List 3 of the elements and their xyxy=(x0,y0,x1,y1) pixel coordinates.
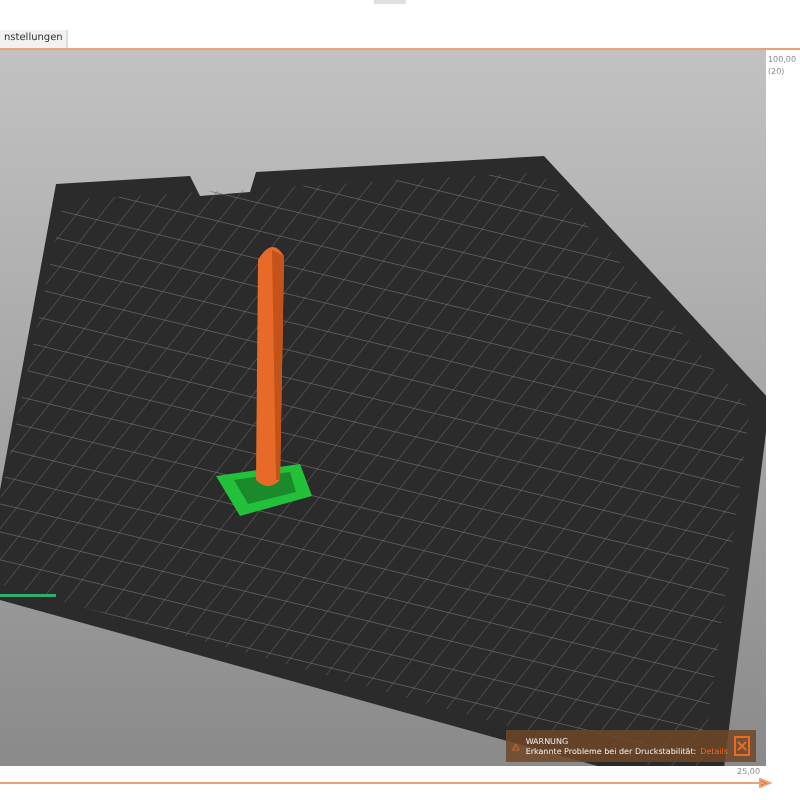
horizontal-slider[interactable] xyxy=(0,778,772,788)
warning-icon xyxy=(512,737,520,755)
close-button[interactable] xyxy=(734,736,750,756)
